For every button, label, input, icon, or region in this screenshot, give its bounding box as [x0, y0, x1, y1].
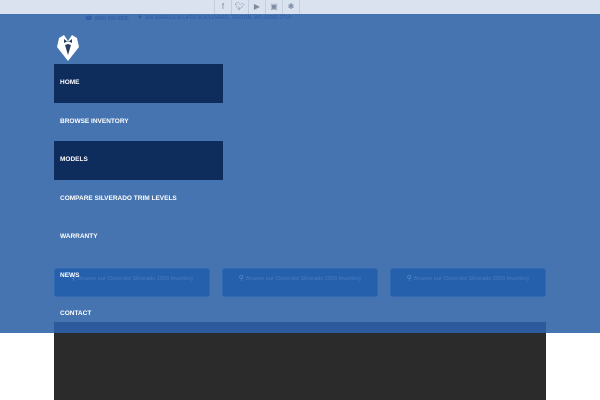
yelp-icon[interactable]: ✱: [282, 0, 300, 14]
nav-item-contact[interactable]: CONTACT: [54, 295, 223, 334]
instagram-icon[interactable]: ▣: [265, 0, 282, 14]
browse-2500-label: Browse our Chevrolet Silverado 2500 Inve…: [245, 276, 362, 282]
search-icon: ⚲: [406, 275, 412, 282]
nav-item-home[interactable]: HOME: [54, 64, 223, 103]
address-text: 109 ISRAELS BLUFFS BOULEVARD, TENTON, WO…: [144, 15, 291, 21]
social-bar: f 🐦︎ ▶ ▣ ✱: [0, 0, 600, 14]
phone-contact[interactable]: ☎ (888) 660-6826: [85, 15, 129, 22]
nav-item-news[interactable]: NEWS: [54, 257, 223, 296]
social-icons: f 🐦︎ ▶ ▣ ✱: [214, 0, 300, 14]
browse-3500-button[interactable]: ⚲ Browse our Chevrolet Silverado 3500 Inv…: [390, 268, 546, 297]
nav-item-browse-inventory[interactable]: BROWSE INVENTORY: [54, 103, 223, 142]
main-nav: HOME BROWSE INVENTORY MODELS COMPARE SIL…: [54, 64, 223, 334]
browse-3500-label: Browse our Chevrolet Silverado 3500 Inve…: [413, 276, 530, 282]
nav-item-warranty[interactable]: WARRANTY: [54, 218, 223, 257]
phone-icon: ☎: [85, 16, 93, 22]
nav-item-compare-trim-levels[interactable]: COMPARE SILVERADO TRIM LEVELS: [54, 180, 223, 219]
map-pin-icon: ▼: [137, 15, 143, 21]
browse-2500-button[interactable]: ⚲ Browse our Chevrolet Silverado 2500 Inv…: [222, 268, 378, 297]
phone-number: (888) 660-6826: [94, 16, 129, 22]
tuxedo-logo-icon[interactable]: [57, 33, 79, 61]
search-icon: ⚲: [238, 275, 244, 282]
facebook-icon[interactable]: f: [214, 0, 231, 14]
youtube-icon[interactable]: ▶: [248, 0, 265, 14]
address-contact[interactable]: ▼ 109 ISRAELS BLUFFS BOULEVARD, TENTON, W…: [137, 15, 291, 21]
twitter-icon[interactable]: 🐦︎: [231, 0, 248, 14]
dark-content-panel: [54, 333, 546, 400]
nav-item-models[interactable]: MODELS: [54, 141, 223, 180]
